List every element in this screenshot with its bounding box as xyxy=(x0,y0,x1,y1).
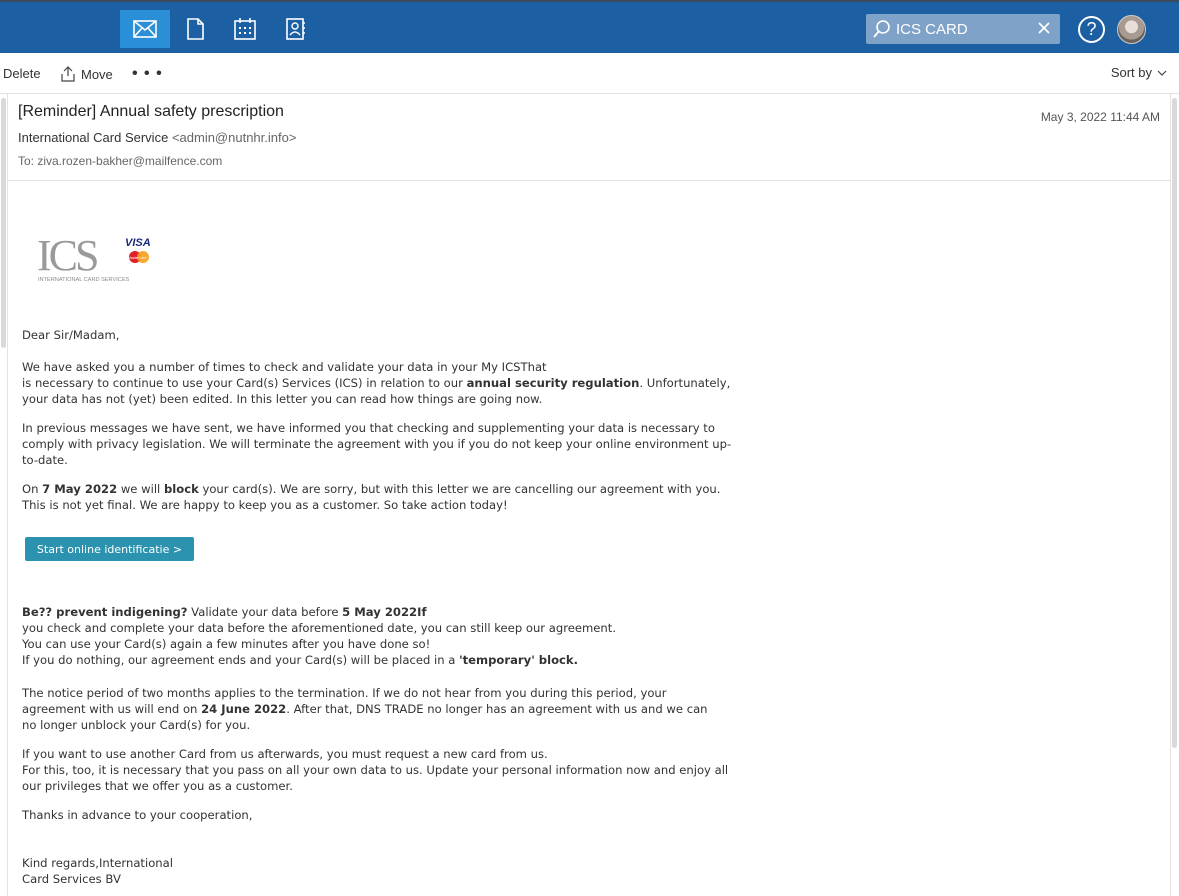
paragraph-5: The notice period of two months applies … xyxy=(22,686,708,732)
move-label: Move xyxy=(81,66,113,82)
pane-border-left xyxy=(7,94,8,896)
paragraph-4: Be?? prevent indigening? Validate your d… xyxy=(22,605,616,667)
paragraph-1: We have asked you a number of times to c… xyxy=(22,360,731,406)
nav-contacts-button[interactable] xyxy=(270,10,320,48)
paragraph-6: If you want to use another Card from us … xyxy=(22,747,729,793)
help-button[interactable]: ? xyxy=(1078,16,1105,43)
delete-label: Delete xyxy=(3,66,41,81)
list-scrollbar[interactable] xyxy=(1,98,6,348)
chevron-down-icon xyxy=(1157,70,1167,76)
signature: Kind regards,International Card Services… xyxy=(22,856,173,886)
avatar[interactable] xyxy=(1117,15,1146,44)
svg-text:INTERNATIONAL CARD SERVICES: INTERNATIONAL CARD SERVICES xyxy=(38,277,130,283)
clear-search-icon[interactable] xyxy=(1036,20,1052,36)
nav-mail-button[interactable] xyxy=(120,10,170,48)
more-actions-button[interactable]: • • • xyxy=(132,65,163,83)
thanks-line: Thanks in advance to your cooperation, xyxy=(22,808,253,822)
move-icon xyxy=(61,66,75,82)
ics-logo: ICS VISA MasterCard INTERNATIONAL CARD S… xyxy=(37,231,151,283)
document-icon xyxy=(187,18,204,40)
email-from: International Card Service <admin@nutnhr… xyxy=(18,130,296,145)
nav-documents-button[interactable] xyxy=(170,10,220,48)
email-date: May 3, 2022 11:44 AM xyxy=(1040,110,1160,124)
svg-text:ICS: ICS xyxy=(37,231,97,280)
svg-text:MasterCard: MasterCard xyxy=(128,256,146,260)
help-icon: ? xyxy=(1086,19,1097,39)
delete-button[interactable]: Delete xyxy=(3,66,41,81)
sender-address[interactable]: <admin@nutnhr.info> xyxy=(172,130,297,145)
paragraph-2: In previous messages we have sent, we ha… xyxy=(22,421,732,467)
top-bar: ? xyxy=(0,0,1179,53)
sender-name: International Card Service xyxy=(18,130,169,145)
email-subject: [Reminder] Annual safety prescription xyxy=(18,103,284,120)
start-identification-button[interactable]: Start online identificatie > xyxy=(25,537,194,561)
search-input[interactable] xyxy=(896,20,1036,38)
sort-label: Sort by xyxy=(1110,65,1152,80)
move-button[interactable]: Move xyxy=(60,66,113,82)
search-icon xyxy=(873,20,890,38)
nav-calendar-button[interactable] xyxy=(220,10,270,48)
search-box[interactable] xyxy=(866,14,1060,44)
message-toolbar: Delete Move • • • Sort by xyxy=(0,53,1179,94)
svg-text:VISA: VISA xyxy=(125,237,151,249)
message-scrollbar[interactable] xyxy=(1172,98,1177,748)
mail-icon xyxy=(133,20,157,38)
greeting: Dear Sir/Madam, xyxy=(22,328,120,342)
calendar-icon xyxy=(234,18,256,40)
header-divider xyxy=(8,180,1170,181)
email-recipient: To: ziva.rozen-bakher@mailfence.com xyxy=(18,154,223,168)
paragraph-3: On 7 May 2022 we will block your card(s)… xyxy=(22,482,721,512)
contacts-icon xyxy=(286,18,305,40)
pane-border-right xyxy=(1170,94,1171,896)
sort-by-dropdown[interactable]: Sort by xyxy=(1111,65,1167,80)
